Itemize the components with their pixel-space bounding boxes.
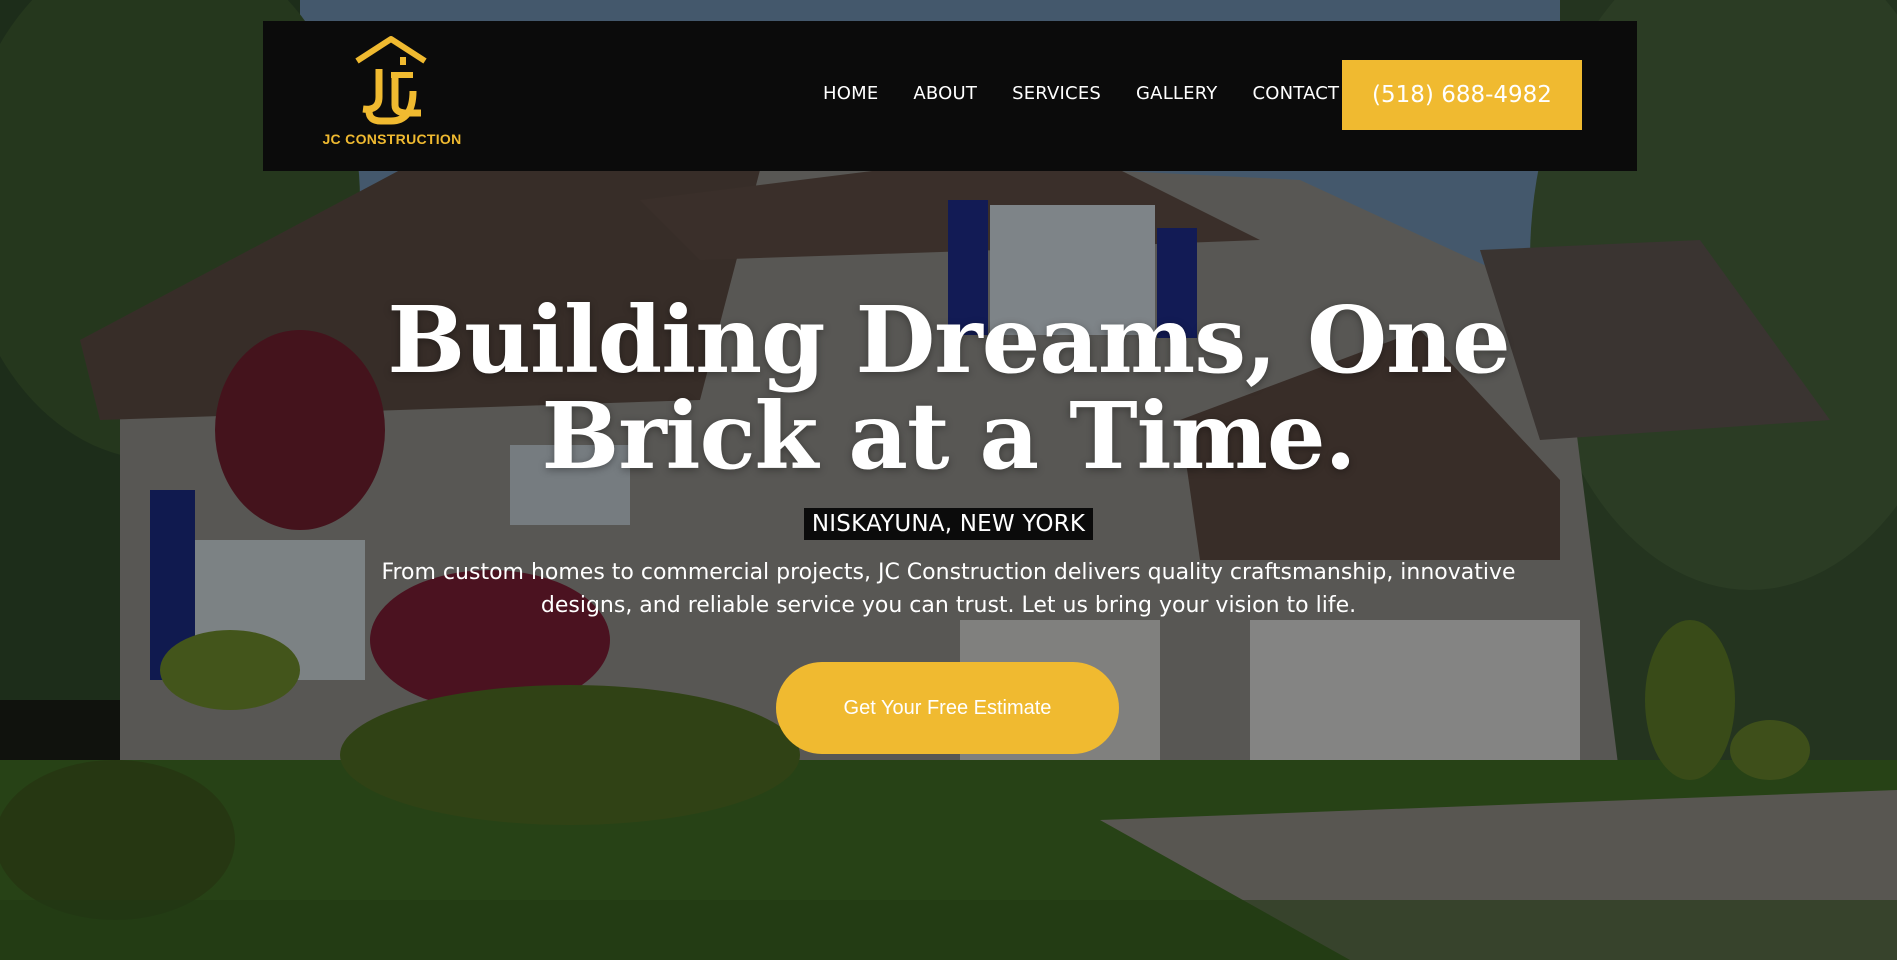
main-nav: HOME ABOUT SERVICES GALLERY CONTACT: [823, 83, 1374, 104]
nav-item-contact[interactable]: CONTACT: [1252, 83, 1339, 104]
free-estimate-button[interactable]: Get Your Free Estimate: [776, 662, 1119, 754]
location-badge: NISKAYUNA, NEW YORK: [803, 508, 1094, 540]
hero-title-line2: Brick at a Time.: [541, 382, 1356, 490]
nav-item-about[interactable]: ABOUT: [913, 83, 977, 104]
location-wrapper: NISKAYUNA, NEW YORK: [0, 508, 1897, 540]
page-bottom-strip: [0, 960, 1897, 971]
nav-item-home[interactable]: HOME: [823, 83, 878, 104]
phone-call-button[interactable]: (518) 688-4982: [1342, 60, 1582, 130]
hero-title: Building Dreams, One Brick at a Time.: [260, 292, 1637, 484]
hero-title-line1: Building Dreams, One: [387, 286, 1510, 394]
site-header: JC CONSTRUCTION HOME ABOUT SERVICES GALL…: [263, 21, 1637, 171]
brand-logo[interactable]: JC CONSTRUCTION: [317, 35, 467, 151]
nav-item-gallery[interactable]: GALLERY: [1136, 83, 1217, 104]
brand-name: JC CONSTRUCTION: [322, 131, 462, 147]
nav-item-services[interactable]: SERVICES: [1012, 83, 1101, 104]
hero-description: From custom homes to commercial projects…: [381, 560, 1516, 618]
house-jc-logo-icon: [355, 36, 427, 125]
